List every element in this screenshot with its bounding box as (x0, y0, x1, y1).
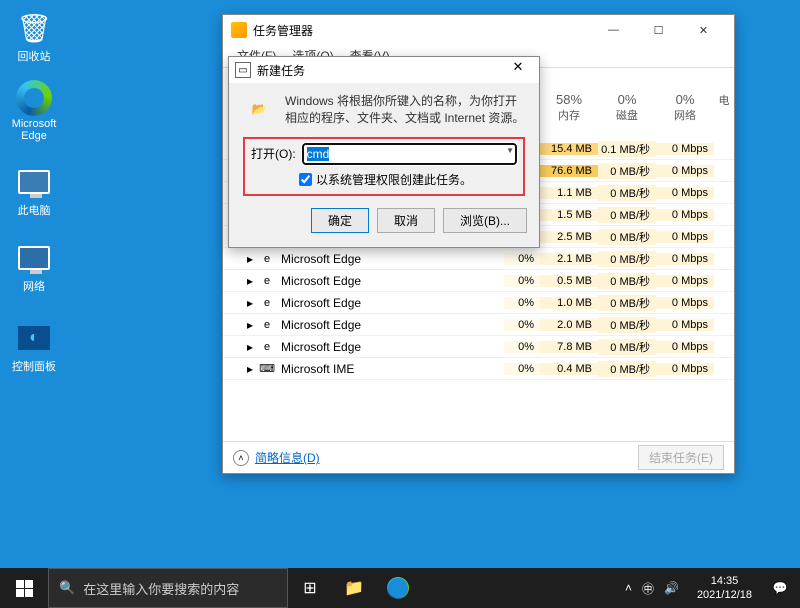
recycle-bin-icon: 🗑 (16, 10, 52, 46)
end-task-button[interactable]: 结束任务(E) (638, 445, 724, 470)
ime-icon[interactable]: ㊥ (642, 580, 654, 597)
process-row[interactable]: ▸eMicrosoft Edge0%2.0 MB0 MB/秒0 Mbps (223, 314, 734, 336)
titlebar[interactable]: 任务管理器 — ☐ ✕ (223, 15, 734, 45)
time-text: 14:35 (697, 574, 752, 588)
close-button[interactable]: ✕ (503, 59, 533, 81)
process-row[interactable]: ▸eMicrosoft Edge0%0.5 MB0 MB/秒0 Mbps (223, 270, 734, 292)
dialog-description: Windows 将根据你所键入的名称，为你打开相应的程序、文件夹、文档或 Int… (285, 93, 525, 127)
open-label: 打开(O): (251, 145, 296, 162)
system-tray[interactable]: ˄ ㊥ 🔊 (615, 580, 689, 597)
icon-label: 控制面板 (10, 358, 58, 374)
details-toggle-icon[interactable]: ˄ (233, 450, 249, 466)
col-disk[interactable]: 0%磁盘 (598, 88, 656, 132)
col-power[interactable]: 电 (714, 88, 734, 132)
search-box[interactable]: 🔍 在这里输入你要搜索的内容 (48, 568, 288, 608)
edge-button[interactable] (376, 568, 420, 608)
icon-label: 网络 (10, 278, 58, 294)
process-row[interactable]: ▸eMicrosoft Edge0%1.0 MB0 MB/秒0 Mbps (223, 292, 734, 314)
brief-info-link[interactable]: 简略信息(D) (255, 449, 320, 466)
process-row[interactable]: ▸eMicrosoft Edge0%2.1 MB0 MB/秒0 Mbps (223, 248, 734, 270)
clock[interactable]: 14:35 2021/12/18 (689, 574, 760, 603)
run-dialog: ▭ 新建任务 ✕ 📂 Windows 将根据你所键入的名称，为你打开相应的程序、… (228, 56, 540, 248)
start-button[interactable] (0, 568, 48, 608)
open-input[interactable] (302, 143, 517, 165)
col-memory[interactable]: 58%内存 (540, 88, 598, 132)
dropdown-icon[interactable]: ▼ (506, 146, 514, 155)
window-title: 任务管理器 (253, 22, 313, 39)
cancel-button[interactable]: 取消 (377, 208, 435, 233)
control-panel-icon: ◐ (16, 320, 52, 356)
chevron-up-icon[interactable]: ˄ (625, 581, 632, 595)
highlighted-area: 打开(O): ▼ 以系统管理权限创建此任务。 (243, 137, 525, 196)
desktop-icon-network[interactable]: 网络 (10, 240, 58, 294)
icon-label: 此电脑 (10, 202, 58, 218)
desktop-icon-recycle[interactable]: 🗑 回收站 (10, 10, 58, 64)
col-network[interactable]: 0%网络 (656, 88, 714, 132)
process-row[interactable]: ▸⌨Microsoft IME0%0.4 MB0 MB/秒0 Mbps (223, 358, 734, 380)
minimize-button[interactable]: — (591, 16, 636, 44)
admin-checkbox[interactable] (299, 173, 312, 186)
search-icon: 🔍 (59, 580, 75, 596)
notification-button[interactable]: 💬 (760, 581, 800, 595)
pc-icon (16, 164, 52, 200)
search-placeholder: 在这里输入你要搜索的内容 (83, 579, 239, 598)
run-app-icon: 📂 (243, 93, 275, 125)
edge-icon (16, 80, 52, 116)
maximize-button[interactable]: ☐ (636, 16, 681, 44)
close-button[interactable]: ✕ (681, 16, 726, 44)
network-icon (16, 240, 52, 276)
task-view-button[interactable]: ⊞ (288, 568, 332, 608)
browse-button[interactable]: 浏览(B)... (443, 208, 527, 233)
ok-button[interactable]: 确定 (311, 208, 369, 233)
admin-checkbox-label: 以系统管理权限创建此任务。 (316, 171, 472, 188)
run-icon: ▭ (235, 62, 251, 78)
process-row[interactable]: ▸eMicrosoft Edge0%7.8 MB0 MB/秒0 Mbps (223, 336, 734, 358)
icon-label: 回收站 (10, 48, 58, 64)
icon-label: Microsoft Edge (10, 118, 58, 142)
open-combobox[interactable]: ▼ (302, 143, 517, 165)
dialog-titlebar[interactable]: ▭ 新建任务 ✕ (229, 57, 539, 83)
windows-logo-icon (16, 580, 33, 597)
dialog-title: 新建任务 (257, 62, 305, 79)
desktop-icon-pc[interactable]: 此电脑 (10, 164, 58, 218)
desktop-icon-edge[interactable]: Microsoft Edge (10, 80, 58, 142)
app-icon (231, 22, 247, 38)
desktop-icon-control[interactable]: ◐ 控制面板 (10, 320, 58, 374)
taskbar: 🔍 在这里输入你要搜索的内容 ⊞ 📁 ˄ ㊥ 🔊 14:35 2021/12/1… (0, 568, 800, 608)
volume-icon[interactable]: 🔊 (664, 581, 679, 595)
date-text: 2021/12/18 (697, 588, 752, 602)
explorer-button[interactable]: 📁 (332, 568, 376, 608)
